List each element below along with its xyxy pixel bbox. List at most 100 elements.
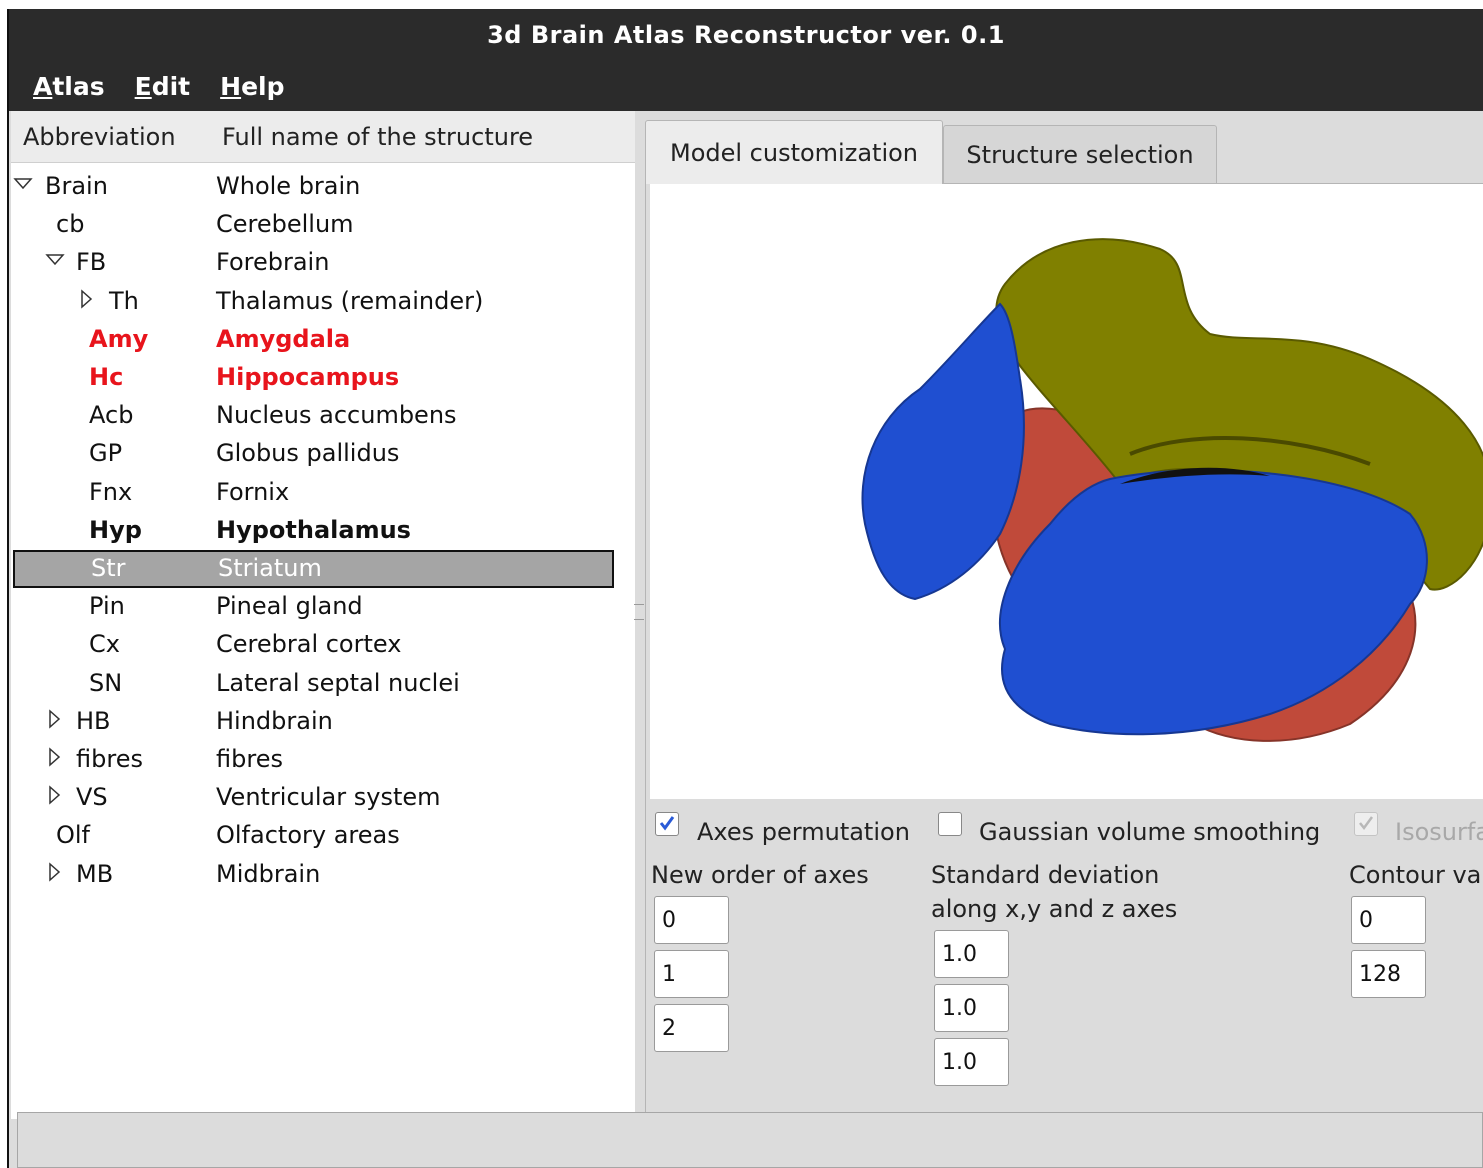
gaussian-smoothing-label[interactable]: Gaussian volume smoothing xyxy=(979,818,1320,846)
menu-atlas[interactable]: Atlas xyxy=(33,72,105,101)
tree-row[interactable]: VS Ventricular system xyxy=(11,779,635,817)
tab-structure-selection[interactable]: Structure selection xyxy=(943,125,1217,184)
blue-structure-left xyxy=(861,302,1025,601)
tree-row-full-name: Midbrain xyxy=(216,859,321,888)
axes-permutation-checkbox[interactable] xyxy=(655,812,679,836)
title-bar[interactable]: 3d Brain Atlas Reconstructor ver. 0.1 xyxy=(9,9,1483,61)
expand-arrow-down-icon[interactable] xyxy=(45,250,65,270)
brain-model-render[interactable] xyxy=(650,184,1483,799)
expand-arrow-right-icon[interactable] xyxy=(45,785,65,805)
tree-row[interactable]: Cx Cerebral cortex xyxy=(11,626,635,664)
tree-row-full-name: Lateral septal nuclei xyxy=(216,668,460,697)
isosurface-label[interactable]: Isosurfa xyxy=(1395,818,1483,846)
tree-row-full-name: Fornix xyxy=(216,477,290,506)
tree-row-full-name: Striatum xyxy=(218,554,322,582)
tree-row[interactable]: Hyp Hypothalamus xyxy=(11,512,635,550)
column-header-abbreviation[interactable]: Abbreviation xyxy=(23,123,176,151)
tree-row-full-name: Forebrain xyxy=(216,248,330,277)
tree-row-full-name: Nucleus accumbens xyxy=(216,401,457,430)
right-panel: Model customization Structure selection xyxy=(645,111,1483,1119)
expand-arrow-right-icon[interactable] xyxy=(77,288,97,309)
contour-input-1[interactable] xyxy=(1351,950,1426,998)
menu-bar: Atlas Edit Help xyxy=(9,61,1483,111)
tree-header: Abbreviation Full name of the structure xyxy=(11,111,635,163)
tab-model-customization[interactable]: Model customization xyxy=(645,120,943,184)
tree-row-abbreviation: Acb xyxy=(89,401,134,430)
stddev-input-y[interactable] xyxy=(934,984,1009,1032)
model-customization-panel: Axes permutation Gaussian volume smoothi… xyxy=(645,183,1483,1119)
tree-row-full-name: Thalamus (remainder) xyxy=(216,286,484,315)
menu-help[interactable]: Help xyxy=(220,72,284,101)
tree-row-abbreviation: MB xyxy=(76,859,114,888)
tab-label: Model customization xyxy=(669,138,918,167)
tree-row-full-name: Olfactory areas xyxy=(216,821,400,850)
tree-row[interactable]: Olf Olfactory areas xyxy=(11,817,635,855)
tree-row-abbreviation: Cx xyxy=(89,630,120,659)
axis-order-input-1[interactable] xyxy=(654,950,729,998)
tree-row[interactable]: Hc Hippocampus xyxy=(11,359,635,397)
tree-row-abbreviation: Pin xyxy=(89,592,125,621)
tab-label: Structure selection xyxy=(966,141,1194,169)
splitter-grip-icon[interactable] xyxy=(634,604,644,620)
tree-row-full-name: Cerebellum xyxy=(216,210,354,239)
tree-row-abbreviation: Olf xyxy=(56,821,91,850)
window-title: 3d Brain Atlas Reconstructor ver. 0.1 xyxy=(487,21,1005,49)
tree-row[interactable]: GP Globus pallidus xyxy=(11,435,635,473)
tree-row[interactable]: Th Thalamus (remainder) xyxy=(11,283,635,321)
tree-row[interactable]: FB Forebrain xyxy=(11,244,635,282)
stddev-input-z[interactable] xyxy=(934,1038,1009,1086)
tree-row-full-name: Hippocampus xyxy=(216,363,400,391)
tree-row-abbreviation: Str xyxy=(91,554,126,582)
contour-value-label: Contour va xyxy=(1349,861,1482,889)
structure-tree[interactable]: Abbreviation Full name of the structure … xyxy=(11,111,635,1119)
tree-row-abbreviation: Hyp xyxy=(89,515,142,544)
column-header-full-name[interactable]: Full name of the structure xyxy=(222,123,533,151)
tree-row-abbreviation: FB xyxy=(76,248,107,277)
tree-row-abbreviation: cb xyxy=(56,210,85,239)
checkmark-icon xyxy=(659,816,675,831)
axes-permutation-label[interactable]: Axes permutation xyxy=(697,818,910,846)
3d-viewport[interactable] xyxy=(650,184,1483,799)
axis-order-input-2[interactable] xyxy=(654,1004,729,1052)
expand-arrow-right-icon[interactable] xyxy=(45,709,65,729)
tree-row-abbreviation: SN xyxy=(89,668,123,697)
stddev-input-x[interactable] xyxy=(934,930,1009,978)
tree-row-abbreviation: Th xyxy=(109,286,139,315)
expand-arrow-down-icon[interactable] xyxy=(13,174,33,194)
tree-row[interactable]: SN Lateral septal nuclei xyxy=(11,665,635,703)
tree-row-full-name: Hindbrain xyxy=(216,706,333,735)
expand-arrow-right-icon[interactable] xyxy=(45,747,65,767)
stddev-label-line1: Standard deviation xyxy=(931,861,1160,889)
tree-row[interactable]: Pin Pineal gland xyxy=(11,588,635,626)
axes-order-label: New order of axes xyxy=(651,861,869,889)
tree-row[interactable]: Amy Amygdala xyxy=(11,321,635,359)
tree-row-full-name: Hypothalamus xyxy=(216,515,411,544)
tree-row[interactable]: MB Midbrain xyxy=(11,856,635,894)
tree-row[interactable]: cb Cerebellum xyxy=(11,206,635,244)
tree-row-abbreviation: GP xyxy=(89,439,123,468)
tree-row-abbreviation: HB xyxy=(76,706,111,735)
tree-row-full-name: Pineal gland xyxy=(216,592,363,621)
tree-row[interactable]: Acb Nucleus accumbens xyxy=(11,397,635,435)
expand-arrow-right-icon[interactable] xyxy=(45,861,65,882)
tree-row[interactable]: Brain Whole brain xyxy=(11,168,635,206)
tree-row-abbreviation: Hc xyxy=(89,363,124,391)
tree-row[interactable]: Str Striatum xyxy=(13,550,614,588)
menu-edit[interactable]: Edit xyxy=(135,72,191,101)
isosurface-checkbox[interactable] xyxy=(1354,812,1378,836)
axis-order-input-0[interactable] xyxy=(654,896,729,944)
tree-row-abbreviation: VS xyxy=(76,783,108,812)
app-window: 3d Brain Atlas Reconstructor ver. 0.1 At… xyxy=(9,9,1483,1168)
checkmark-icon xyxy=(1359,816,1374,831)
tree-row[interactable]: fibres fibres xyxy=(11,741,635,779)
gaussian-smoothing-checkbox[interactable] xyxy=(938,812,962,836)
tree-row[interactable]: HB Hindbrain xyxy=(11,703,635,741)
tree-row-abbreviation: Brain xyxy=(45,172,108,200)
tree-row-full-name: Whole brain xyxy=(216,172,361,200)
tree-row-abbreviation: Fnx xyxy=(89,477,133,506)
tree-row[interactable]: Fnx Fornix xyxy=(11,474,635,512)
contour-input-0[interactable] xyxy=(1351,896,1426,944)
window-frame-edge xyxy=(0,9,9,1168)
tree-row-full-name: Cerebral cortex xyxy=(216,630,402,659)
tree-row-abbreviation: Amy xyxy=(89,324,149,353)
